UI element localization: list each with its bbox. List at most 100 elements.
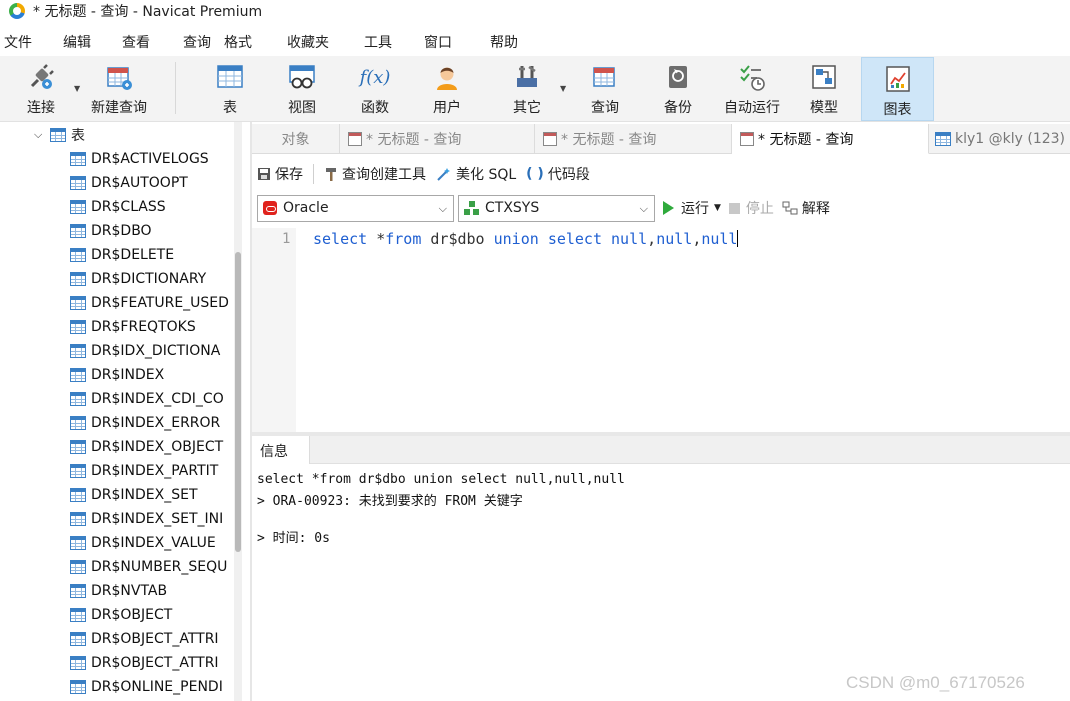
table-icon — [70, 320, 86, 334]
query-button[interactable]: 查询 — [583, 56, 627, 120]
tab-query-active[interactable]: * 无标题 - 查询 — [732, 124, 929, 154]
run-button[interactable]: 运行 ▼ — [663, 198, 721, 218]
menu-edit[interactable]: 编辑 — [63, 32, 91, 52]
tree-item-label: DR$INDEX_SET_INI — [91, 511, 224, 527]
beautify-sql-button[interactable]: 美化 SQL — [436, 164, 516, 184]
user-button[interactable]: 用户 — [425, 56, 469, 120]
table-button[interactable]: 表 — [208, 56, 252, 120]
tree-item-table[interactable]: DR$CLASS — [70, 196, 166, 218]
tree-item-table[interactable]: DR$FREQTOKS — [70, 316, 196, 338]
table-icon — [70, 632, 86, 646]
toolbar-separator — [313, 164, 314, 184]
tree-item-table[interactable]: DR$INDEX — [70, 364, 164, 386]
tree-item-label: DR$ONLINE_PENDI — [91, 679, 223, 695]
braces-icon: ( ) — [526, 166, 544, 182]
menu-favorites[interactable]: 收藏夹 — [287, 32, 329, 52]
play-icon — [663, 201, 674, 215]
tab-info[interactable]: 信息 — [252, 436, 310, 464]
sql-editor[interactable] — [252, 228, 1070, 432]
run-dropdown-icon[interactable]: ▼ — [714, 203, 721, 213]
backup-button[interactable]: 备份 — [656, 56, 700, 120]
table-icon — [70, 224, 86, 238]
model-icon — [809, 62, 839, 92]
tree-item-table[interactable]: DR$NUMBER_SEQU — [70, 556, 227, 578]
connection-select[interactable]: Oracle ⌵ — [257, 194, 454, 222]
function-button[interactable]: f(x) 函数 — [352, 56, 398, 120]
tree-item-label: DR$AUTOOPT — [91, 175, 188, 191]
table-icon — [70, 680, 86, 694]
tab-query-1[interactable]: * 无标题 - 查询 — [340, 124, 535, 154]
sql-code-line[interactable]: select *from dr$dbo union select null,nu… — [313, 230, 739, 248]
tree-item-table[interactable]: DR$DBO — [70, 220, 152, 242]
code-snippet-button[interactable]: ( ) 代码段 — [526, 164, 590, 184]
tree-item-label: DR$OBJECT_ATTRI — [91, 655, 219, 671]
new-query-button[interactable]: 新建查询 — [88, 56, 150, 120]
tab-table-kly1[interactable]: kly1 @kly (123) - — [929, 124, 1070, 154]
menu-window[interactable]: 窗口 — [424, 32, 452, 52]
sidebar-scroll-thumb[interactable] — [235, 252, 241, 552]
tree-item-table[interactable]: DR$ACTIVELOGS — [70, 148, 209, 170]
tree-item-table[interactable]: DR$INDEX_SET — [70, 484, 198, 506]
menu-format[interactable]: 格式 — [224, 32, 252, 52]
tree-item-table[interactable]: DR$AUTOOPT — [70, 172, 188, 194]
stop-button[interactable]: 停止 — [728, 198, 774, 218]
tree-item-table[interactable]: DR$INDEX_SET_INI — [70, 508, 223, 530]
tree-item-table[interactable]: DR$INDEX_PARTIT — [70, 460, 218, 482]
connect-dropdown-icon[interactable]: ▼ — [74, 84, 80, 93]
sql-text: dr$dbo — [421, 230, 494, 248]
menu-tools[interactable]: 工具 — [364, 32, 392, 52]
schema-select[interactable]: CTXSYS ⌵ — [458, 194, 655, 222]
sql-text: , — [692, 230, 702, 248]
tree-item-table[interactable]: DR$NVTAB — [70, 580, 167, 602]
menu-view[interactable]: 查看 — [122, 32, 150, 52]
other-dropdown-icon[interactable]: ▼ — [560, 84, 566, 93]
tree-item-table[interactable]: DR$INDEX_VALUE — [70, 532, 216, 554]
explain-button[interactable]: 解释 — [782, 198, 830, 218]
menu-query[interactable]: 查询 — [183, 32, 211, 52]
tab-objects[interactable]: 对象 — [252, 124, 340, 154]
tools-icon — [512, 62, 542, 92]
table-icon — [70, 368, 86, 382]
oracle-icon — [263, 201, 277, 215]
sql-keyword: null — [701, 230, 738, 248]
menu-file[interactable]: 文件 — [4, 32, 32, 52]
tree-item-label: DR$NUMBER_SEQU — [91, 559, 228, 575]
plug-icon — [26, 62, 56, 92]
tree-item-label: DR$INDEX_SET — [91, 487, 198, 503]
new-query-label: 新建查询 — [91, 100, 147, 116]
view-button[interactable]: 视图 — [280, 56, 324, 120]
tree-item-table[interactable]: DR$OBJECT_ATTRI — [70, 628, 219, 650]
user-label: 用户 — [433, 100, 461, 116]
menu-help[interactable]: 帮助 — [490, 32, 518, 52]
autorun-label: 自动运行 — [724, 100, 780, 116]
tree-item-table[interactable]: DR$OBJECT_ATTRI — [70, 652, 219, 674]
tree-item-table[interactable]: DR$FEATURE_USED — [70, 292, 229, 314]
tree-item-table[interactable]: DR$INDEX_CDI_CO — [70, 388, 224, 410]
tree-item-label: DR$ACTIVELOGS — [91, 151, 209, 167]
save-button[interactable]: 保存 — [257, 164, 303, 184]
autorun-icon — [737, 62, 767, 92]
tab-query-2[interactable]: * 无标题 - 查询 — [535, 124, 732, 154]
tree-item-table[interactable]: DR$INDEX_OBJECT — [70, 436, 223, 458]
tree-item-table[interactable]: DR$DICTIONARY — [70, 268, 206, 290]
tree-item-table[interactable]: DR$IDX_DICTIONA — [70, 340, 220, 362]
table-label: 表 — [223, 100, 237, 116]
toolbar-separator — [175, 62, 176, 114]
connect-button[interactable]: 连接 — [18, 56, 64, 120]
window-title: * 无标题 - 查询 - Navicat Premium — [33, 4, 263, 20]
tree-item-table[interactable]: DR$OBJECT — [70, 604, 172, 626]
autorun-button[interactable]: 自动运行 — [720, 56, 784, 120]
tree-item-table[interactable]: DR$DELETE — [70, 244, 174, 266]
chart-button[interactable]: 图表 — [861, 57, 934, 121]
query-builder-button[interactable]: 查询创建工具 — [324, 164, 426, 184]
tree-item-table[interactable]: DR$INDEX_ERROR — [70, 412, 220, 434]
main-toolbar: 连接 ▼ 新建查询 表 视图 f(x) 函数 用户 其它 ▼ 查询 备份 自动运… — [0, 56, 1070, 122]
tree-item-table[interactable]: DR$ONLINE_PENDI — [70, 676, 223, 698]
function-label: 函数 — [361, 100, 389, 116]
tree-node-tables[interactable]: ⌵ 表 — [34, 125, 85, 145]
chevron-down-icon[interactable]: ⌵ — [34, 128, 50, 142]
model-button[interactable]: 模型 — [802, 56, 846, 120]
new-query-icon — [104, 62, 134, 92]
other-button[interactable]: 其它 — [505, 56, 549, 120]
